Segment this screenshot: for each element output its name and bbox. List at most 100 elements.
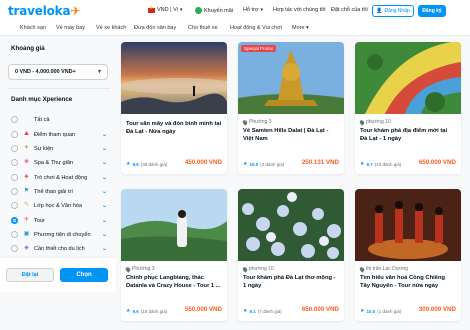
radio[interactable] [11, 145, 18, 152]
login-button[interactable]: 👤 Đăng Nhập [372, 5, 414, 17]
hydrangea-field-image [238, 189, 344, 261]
location-pin-icon [241, 265, 249, 273]
category-sports[interactable]: ⚑ Thể thao giải trí ⌄ [11, 186, 108, 197]
support-menu[interactable]: Hỗ trợ ▾ [243, 7, 263, 13]
category-games[interactable]: ♣ Trò chơi & Hoạt động ⌄ [11, 172, 108, 183]
currency-language-selector[interactable]: VND | Vi▾ [148, 5, 182, 13]
location-pin-icon [358, 118, 366, 126]
radio[interactable] [11, 159, 18, 166]
chevron-down-icon[interactable]: ⌄ [101, 217, 108, 224]
filter-footer: Đặt lại Chọn [0, 258, 116, 292]
card-location: phường 10 [358, 118, 391, 126]
chevron-down-icon[interactable]: ⌄ [101, 188, 108, 195]
star-icon: ★ [126, 161, 131, 167]
apply-button[interactable]: Chọn [60, 268, 108, 282]
my-bookings-link[interactable]: Đặt chỗ của tôi [331, 7, 368, 13]
category-all[interactable]: Tất cả [11, 114, 107, 125]
nav-activities[interactable]: Hoạt động & Vui chơi [230, 25, 282, 31]
category-travel-essentials[interactable]: ◈ Cần thiết cho du lịch ⌄ [11, 243, 108, 254]
price-range-select[interactable]: 0 VND - 4.000.000 VND+ ▾ [8, 64, 108, 80]
nav-car-rental[interactable]: Cho thuê xe [188, 25, 218, 31]
card-rating: ★ 9.7 (23 đánh giá) [360, 161, 402, 167]
card-title: Tìm hiểu văn hoá Cồng Chiêng Tây Nguyên … [360, 275, 446, 289]
radio[interactable] [11, 202, 18, 209]
card-price: 650.000 VND [418, 159, 456, 166]
chevron-down-icon[interactable]: ⌄ [101, 131, 108, 138]
card-price: 250.131 VND [301, 159, 339, 166]
attraction-icon: ⛰ [23, 131, 30, 137]
card-price: 550.000 VND [184, 306, 222, 313]
chevron-down-icon[interactable]: ⌄ [101, 245, 108, 252]
nav-hotels[interactable]: Khách sạn [20, 25, 46, 31]
card-title: Tour săn mây và đón bình minh tại Đà Lạt… [126, 121, 222, 135]
radio[interactable] [11, 245, 18, 252]
category-events[interactable]: ✦ Sự kiện ⌄ [11, 143, 108, 154]
card-title: Tour khám phá địa điểm mới tại Đà Lạt - … [360, 128, 448, 142]
location-pin-icon [124, 265, 132, 273]
sport-icon: ⚑ [23, 188, 30, 194]
card-price: 300.000 VND [418, 306, 456, 313]
category-tour[interactable]: ✈ Tour ⌄ [11, 215, 108, 226]
card-price: 450.000 VND [184, 159, 222, 166]
promo-icon [195, 7, 202, 14]
nav-more[interactable]: More ▾ [292, 25, 309, 31]
chevron-down-icon[interactable]: ⌄ [101, 159, 108, 166]
price-range-heading: Khoảng giá [11, 45, 45, 52]
promo-badge: Special Promo [241, 45, 277, 52]
category-attractions[interactable]: ⛰ Điểm tham quan ⌄ [11, 129, 108, 140]
vietnam-flag-icon [148, 5, 155, 13]
tour-icon: ✈ [23, 217, 30, 223]
main-nav: Khách sạn Vé máy bay Vé xe khách Đưa đón… [0, 22, 470, 36]
card-rating: ★ 9.1 (7 đánh giá) [243, 308, 282, 314]
card-location: phường 10 [241, 265, 274, 273]
chevron-down-icon[interactable]: ⌄ [101, 145, 108, 152]
activity-card[interactable]: thị trấn Lạc Dương Tìm hiểu văn hoá Cồng… [355, 189, 461, 321]
radio[interactable] [11, 131, 18, 138]
radio[interactable] [11, 174, 18, 181]
star-icon: ★ [360, 308, 365, 314]
gong-culture-performance-image [355, 189, 461, 261]
location-pin-icon [358, 265, 366, 273]
category-transport[interactable]: ▣ Phương tiện di chuyển ⌄ [11, 229, 108, 240]
radio[interactable] [11, 188, 18, 195]
star-icon: ★ [243, 161, 248, 167]
card-title: Tour khám phá Đà Lạt thơ mộng - 1 ngày [243, 275, 336, 289]
category-heading: Danh mục Xperience [11, 96, 73, 103]
reset-button[interactable]: Đặt lại [6, 268, 54, 282]
spa-icon: ❀ [23, 159, 30, 165]
category-spa[interactable]: ❀ Spa & Thư giãn ⌄ [11, 157, 108, 168]
user-icon: 👤 [376, 8, 383, 14]
radio[interactable] [11, 231, 18, 238]
chevron-down-icon[interactable]: ⌄ [101, 174, 108, 181]
partner-link[interactable]: Hợp tác với chúng tôi [273, 7, 325, 13]
activity-card[interactable]: phường 10 Tour khám phá Đà Lạt thơ mộng … [238, 189, 344, 321]
game-icon: ♣ [24, 174, 29, 180]
category-classes[interactable]: ✎ Lớp học & Văn hóa ⌄ [11, 200, 108, 211]
radio-selected[interactable] [11, 217, 18, 224]
nav-bus[interactable]: Vé xe khách [96, 25, 126, 31]
radio[interactable] [11, 116, 18, 123]
activity-card[interactable]: Tour săn mây và đón bình minh tại Đà Lạt… [121, 42, 227, 174]
travel-icon: ◈ [24, 245, 29, 251]
star-icon: ★ [360, 161, 365, 167]
chevron-down-icon: ▾ [97, 69, 101, 75]
activity-card[interactable]: Special Promo Phường 3 Vé Samten Hills D… [238, 42, 344, 174]
sunrise-clouds-image [121, 42, 227, 114]
card-title: Vé Samten Hills Dalat | Đà Lạt - Việt Na… [243, 128, 329, 142]
divider [8, 88, 110, 89]
activity-card[interactable]: Phường 3 Chinh phục Langbiang, thác Data… [121, 189, 227, 321]
card-location: Phường 3 [124, 265, 154, 273]
location-pin-icon [241, 118, 249, 126]
card-title: Chinh phục Langbiang, thác Datanla và Cr… [126, 275, 221, 289]
top-bar: traveloka✈ VND | Vi▾ Khuyến mãi Hỗ trợ▾ … [0, 0, 470, 22]
card-rating: ★ 9.6 (38 đánh giá) [126, 161, 168, 167]
card-location: thị trấn Lạc Dương [358, 265, 408, 273]
traveloka-logo[interactable]: traveloka✈ [8, 4, 80, 18]
register-button[interactable]: Đăng ký [418, 5, 446, 17]
chevron-down-icon[interactable]: ⌄ [101, 202, 108, 209]
nav-airport-transfer[interactable]: Đưa đón sân bay [134, 25, 176, 31]
promo-link[interactable]: Khuyến mãi [195, 7, 233, 14]
nav-flights[interactable]: Vé máy bay [56, 25, 85, 31]
chevron-down-icon[interactable]: ⌄ [101, 231, 108, 238]
activity-card[interactable]: phường 10 Tour khám phá địa điểm mới tại… [355, 42, 461, 174]
